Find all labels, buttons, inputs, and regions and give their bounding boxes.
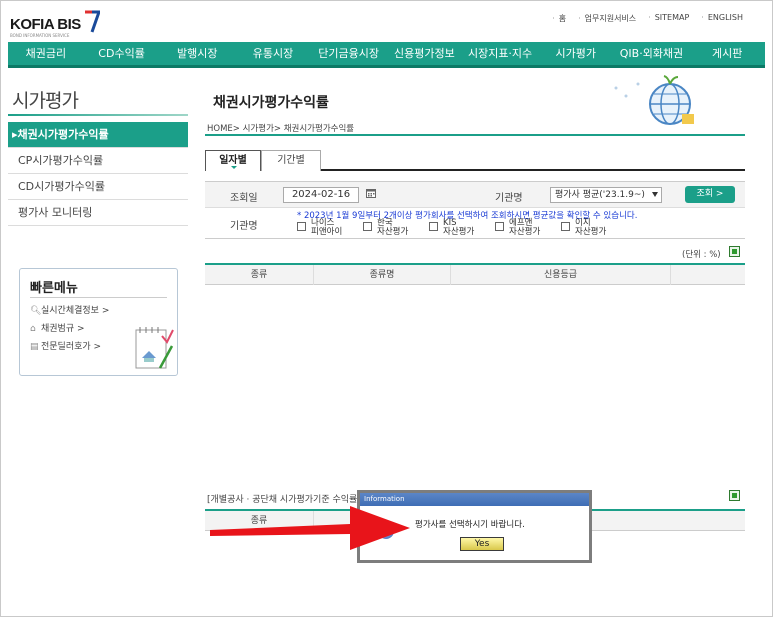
nav-distribution-market[interactable]: 유통시장 bbox=[235, 42, 311, 65]
checkbox-box[interactable] bbox=[495, 222, 504, 231]
quick-link-dealer-quotes[interactable]: ▤ 전문딜러호가 > bbox=[30, 339, 101, 352]
excel-download-icon-2[interactable] bbox=[729, 490, 740, 501]
top-links: 홈 업무지원서비스 SITEMAP ENGLISH bbox=[552, 13, 743, 24]
view-tabs: 일자별 기간별 bbox=[205, 150, 745, 171]
col-type: 종류 bbox=[205, 265, 314, 285]
building-icon: ⌂ bbox=[30, 324, 36, 334]
quick-link-realtime[interactable]: 🔍︎실시간체결정보 > bbox=[30, 303, 109, 316]
breadcrumb: HOME> 시가평가> 채권시가평가수익률 bbox=[207, 124, 355, 134]
checkbox-box[interactable] bbox=[363, 222, 372, 231]
quick-menu-title: 빠른메뉴 bbox=[30, 281, 78, 296]
search-button[interactable]: 조회 > bbox=[685, 186, 735, 203]
logo-seven-icon bbox=[85, 10, 100, 33]
sidebar-item-label: 채권시가평가수익률 bbox=[17, 128, 109, 141]
checkbox-box[interactable] bbox=[297, 222, 306, 231]
globe-illustration-icon bbox=[614, 75, 694, 125]
sidebar-divider bbox=[8, 114, 188, 116]
kofia-logo[interactable]: KOFIA BIS BOND INFORMATION SERVICE bbox=[10, 10, 100, 40]
nav-cd-yield[interactable]: CD수익률 bbox=[84, 42, 160, 65]
top-link-english[interactable]: ENGLISH bbox=[701, 13, 743, 24]
quick-link-label: 채권범규 > bbox=[41, 324, 85, 334]
valuation-table-header: 종류 종류명 신용등급 bbox=[205, 263, 745, 285]
quick-link-bond-rules[interactable]: ⌂ 채권범규 > bbox=[30, 321, 85, 334]
sidebar-item-label: CP시가평가수익률 bbox=[18, 154, 104, 167]
col-credit-rating: 신용등급 bbox=[451, 265, 671, 285]
date-label: 조회일 bbox=[230, 193, 258, 204]
breadcrumb-divider bbox=[205, 134, 745, 136]
checkbox-label: 나이스 피앤아이 bbox=[311, 218, 343, 237]
checkbox-label: 한국 자산평가 bbox=[377, 218, 409, 237]
sidebar-item-monitoring[interactable]: 평가사 모니터링 bbox=[8, 200, 188, 226]
checkbox-label: KIS 자산평가 bbox=[443, 218, 475, 237]
sidebar-item-label: 평가사 모니터링 bbox=[18, 206, 93, 219]
tab-daily[interactable]: 일자별 bbox=[205, 150, 261, 171]
nav-short-term-market[interactable]: 단기금융시장 bbox=[311, 42, 387, 65]
red-arrow-annotation bbox=[210, 506, 410, 550]
checkbox-label: 에프앤 자산평가 bbox=[509, 218, 541, 237]
top-link-home[interactable]: 홈 bbox=[552, 13, 566, 24]
nav-board[interactable]: 게시판 bbox=[689, 42, 765, 65]
quick-menu: 빠른메뉴 🔍︎실시간체결정보 > ⌂ 채권범규 > ▤ 전문딜러호가 > bbox=[19, 268, 178, 376]
top-link-support[interactable]: 업무지원서비스 bbox=[578, 13, 637, 24]
sidebar-item-cp-valuation[interactable]: CP시가평가수익률 bbox=[8, 148, 188, 174]
sidebar-item-cd-valuation[interactable]: CD시가평가수익률 bbox=[8, 174, 188, 200]
sidebar-item-bond-valuation[interactable]: ▸채권시가평가수익률 bbox=[8, 122, 188, 148]
agency-label: 기관명 bbox=[495, 193, 523, 204]
top-link-sitemap[interactable]: SITEMAP bbox=[648, 13, 690, 24]
sidebar-item-label: CD시가평가수익률 bbox=[18, 180, 105, 193]
nav-qib-foreign[interactable]: QIB·외화채권 bbox=[614, 42, 690, 65]
page-title: 채권시가평가수익률 bbox=[213, 95, 329, 111]
date-input[interactable]: 2024-02-16 bbox=[283, 187, 359, 203]
sidebar-menu: ▸채권시가평가수익률 CP시가평가수익률 CD시가평가수익률 평가사 모니터링 bbox=[8, 122, 188, 226]
agency-label-2: 기관명 bbox=[230, 221, 258, 232]
nav-market-valuation[interactable]: 시가평가 bbox=[538, 42, 614, 65]
nav-issue-market[interactable]: 발행시장 bbox=[159, 42, 235, 65]
search-icon: 🔍︎ bbox=[30, 306, 42, 316]
agency-select[interactable]: 평가사 평균('23.1.9~) bbox=[550, 187, 662, 203]
dialog-yes-button[interactable]: Yes bbox=[460, 537, 504, 551]
checkbox-label: 이지 자산평가 bbox=[575, 218, 607, 237]
dialog-message: 평가사를 선택하시기 바랍니다. bbox=[415, 520, 525, 530]
quick-link-label: 실시간체결정보 > bbox=[41, 306, 110, 316]
logo-subtitle: BOND INFORMATION SERVICE bbox=[10, 33, 70, 38]
quick-menu-divider bbox=[30, 297, 167, 298]
notebook-illustration-icon bbox=[135, 327, 174, 369]
col-type-name: 종류명 bbox=[314, 265, 451, 285]
search-panel: 조회일 2024-02-16 기관명 평가사 평균('23.1.9~) 조회 >… bbox=[205, 181, 745, 239]
checkbox-box[interactable] bbox=[429, 222, 438, 231]
sidebar-title: 시가평가 bbox=[12, 90, 79, 112]
main-nav: 채권금리 CD수익률 발행시장 유통시장 단기금융시장 신용평가정보 시장지표·… bbox=[8, 42, 765, 68]
excel-download-icon[interactable] bbox=[729, 246, 740, 257]
nav-market-index[interactable]: 시장지표·지수 bbox=[462, 42, 538, 65]
logo-text: KOFIA BIS bbox=[10, 16, 81, 33]
tab-period[interactable]: 기간별 bbox=[261, 150, 321, 171]
nav-credit-rating[interactable]: 신용평가정보 bbox=[387, 42, 463, 65]
checkbox-box[interactable] bbox=[561, 222, 570, 231]
unit-label: (단위 : %) bbox=[682, 250, 721, 260]
calendar-icon[interactable] bbox=[366, 188, 376, 198]
nav-bond-rate[interactable]: 채권금리 bbox=[8, 42, 84, 65]
document-icon: ▤ bbox=[30, 342, 39, 352]
quick-link-label: 전문딜러호가 > bbox=[41, 342, 102, 352]
